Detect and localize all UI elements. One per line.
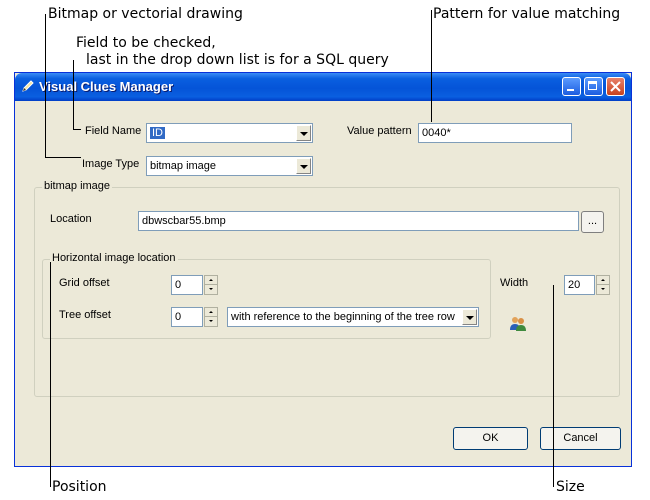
grid-offset-input[interactable]: 0 xyxy=(171,275,203,295)
callout-line xyxy=(431,10,432,122)
chevron-down-icon[interactable] xyxy=(462,309,477,325)
spin-down-icon[interactable] xyxy=(205,285,217,294)
bitmap-image-group-title: bitmap image xyxy=(42,180,113,193)
value-pattern-input[interactable]: 0040* xyxy=(418,123,572,143)
tree-offset-label: Tree offset xyxy=(59,309,111,321)
width-spinner[interactable] xyxy=(596,275,610,295)
callout-field-checked-line1: Field to be checked, xyxy=(76,35,216,51)
image-type-value: bitmap image xyxy=(150,160,217,172)
users-icon[interactable] xyxy=(508,316,528,332)
tree-reference-dropdown[interactable]: with reference to the beginning of the t… xyxy=(227,307,479,327)
chevron-down-icon[interactable] xyxy=(296,125,311,141)
callout-line xyxy=(553,285,554,487)
spin-down-icon[interactable] xyxy=(205,317,217,326)
field-name-label: Field Name xyxy=(85,125,142,137)
grid-offset-spinner[interactable] xyxy=(204,275,218,295)
callout-line xyxy=(73,60,74,130)
spin-up-icon[interactable] xyxy=(205,308,217,317)
close-button[interactable] xyxy=(606,77,625,96)
callout-line xyxy=(45,14,46,158)
horizontal-location-group-title: Horizontal image location xyxy=(50,252,178,265)
location-label: Location xyxy=(50,213,92,225)
callout-pattern: Pattern for value matching xyxy=(433,6,621,22)
close-icon xyxy=(610,81,621,92)
ok-button[interactable]: OK xyxy=(453,427,528,450)
visual-clues-window: Visual Clues Manager Field Name ID Value… xyxy=(14,72,632,467)
tree-reference-value: with reference to the beginning of the t… xyxy=(231,311,455,323)
tree-offset-input[interactable]: 0 xyxy=(171,307,203,327)
spin-up-icon[interactable] xyxy=(205,276,217,285)
spin-up-icon[interactable] xyxy=(597,276,609,285)
width-label: Width xyxy=(500,277,529,289)
grid-offset-label: Grid offset xyxy=(59,277,110,289)
maximize-button[interactable] xyxy=(584,77,603,96)
field-name-dropdown[interactable]: ID xyxy=(146,123,313,143)
title-bar[interactable]: Visual Clues Manager xyxy=(15,73,631,101)
minimize-icon xyxy=(567,89,574,91)
horizontal-location-group xyxy=(42,259,491,339)
image-type-label: Image Type xyxy=(82,158,140,170)
callout-line xyxy=(73,129,81,130)
image-type-dropdown[interactable]: bitmap image xyxy=(146,156,313,176)
spin-down-icon[interactable] xyxy=(597,285,609,294)
field-name-value: ID xyxy=(150,127,165,139)
minimize-button[interactable] xyxy=(562,77,581,96)
pencil-icon xyxy=(22,80,34,92)
location-input[interactable]: dbwscbar55.bmp xyxy=(138,211,579,231)
chevron-down-icon[interactable] xyxy=(296,158,311,174)
value-pattern-label: Value pattern xyxy=(347,125,412,137)
window-title: Visual Clues Manager xyxy=(39,79,174,94)
width-input[interactable]: 20 xyxy=(564,275,595,295)
callout-field-checked-line2: last in the drop down list is for a SQL … xyxy=(86,52,389,68)
callout-size: Size xyxy=(556,479,585,495)
callout-position: Position xyxy=(52,479,107,495)
callout-line xyxy=(50,262,51,487)
tree-offset-spinner[interactable] xyxy=(204,307,218,327)
callout-drawing-type: Bitmap or vectorial drawing xyxy=(48,6,243,22)
callout-line xyxy=(45,157,81,158)
browse-button[interactable]: ... xyxy=(581,211,604,233)
maximize-icon xyxy=(588,81,597,90)
